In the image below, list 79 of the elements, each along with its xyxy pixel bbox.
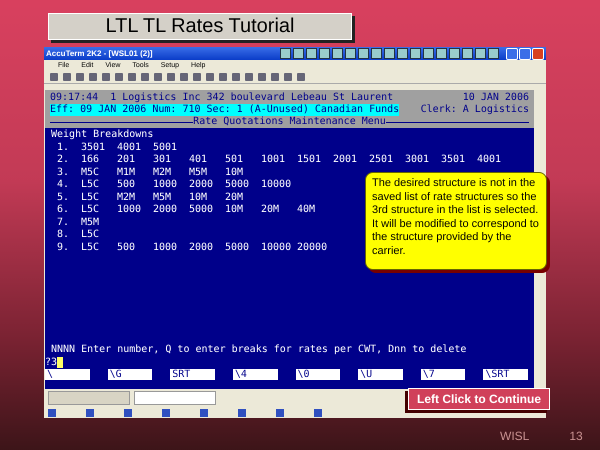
weight-break: 1501: [297, 154, 322, 166]
weight-break: M5M: [189, 166, 208, 179]
weight-break: 10M: [225, 204, 244, 216]
weight-break: 10M: [225, 166, 244, 179]
weight-break: L5C: [81, 204, 100, 216]
weight-break: 20000: [297, 242, 328, 254]
weight-break: 166: [81, 154, 100, 166]
window-title: AccuTerm 2K2 - [WSL01 (2)]: [46, 49, 154, 58]
text-cursor: [57, 357, 64, 368]
function-key[interactable]: \: [45, 369, 90, 380]
weight-break: 10000: [261, 242, 292, 254]
weight-break: L5C: [81, 179, 100, 192]
weight-break: 10000: [261, 179, 292, 192]
weight-break: 5001: [153, 142, 178, 154]
function-key[interactable]: SRT: [170, 369, 215, 380]
weight-break: 2000: [189, 179, 214, 192]
weight-break: M2M: [153, 166, 172, 179]
weight-break: M2M: [117, 192, 136, 204]
function-key[interactable]: \SRT: [483, 369, 528, 380]
weight-break: 1000: [153, 242, 178, 254]
weight-break: 1000: [117, 204, 142, 216]
weight-break: 501: [225, 154, 244, 166]
weight-break: 10M: [189, 192, 208, 204]
input-field[interactable]: ?3: [45, 356, 58, 369]
function-key[interactable]: \4: [232, 369, 278, 380]
weight-break: M5C: [81, 166, 100, 179]
weight-break: 2000: [189, 242, 214, 254]
weight-break: L5C: [81, 229, 100, 242]
weight-break: 4001: [117, 142, 142, 154]
section-heading: Weight Breakdowns: [51, 129, 154, 142]
weight-break: 2001: [333, 154, 358, 166]
weight-break: 1001: [261, 154, 286, 166]
row-number: 3.: [57, 166, 70, 179]
row-number: 8.: [57, 229, 70, 242]
footer-label: WISL: [500, 429, 530, 443]
slide-title: LTL TL Rates Tutorial: [48, 13, 352, 40]
header-line: 09:17:44 1 Logistics Inc 342 boulevard Lebeau St Laurent: [50, 92, 394, 104]
row-number: 4.: [57, 179, 70, 192]
weight-break: 2501: [369, 154, 394, 166]
row-number: 6.: [57, 204, 70, 216]
weight-break: 401: [189, 154, 208, 166]
row-number: 9.: [57, 242, 70, 254]
weight-break: 40M: [297, 204, 316, 216]
row-number: 7.: [57, 216, 70, 229]
weight-break: 5000: [189, 204, 214, 216]
header-date: 10 JAN 2006: [462, 92, 529, 104]
weight-break: 3501: [441, 154, 466, 166]
function-key[interactable]: \7: [420, 369, 466, 380]
weight-break: 4001: [477, 154, 502, 166]
prompt-text: NNNN Enter number, Q to enter breaks for rates per CWT, Dnn to delete: [51, 344, 468, 356]
weight-break: 201: [117, 154, 136, 166]
weight-break: 5000: [225, 179, 250, 192]
row-number: 2.: [57, 154, 70, 166]
continue-button[interactable]: Left Click to Continue: [408, 388, 550, 410]
weight-break: 5000: [225, 242, 250, 254]
weight-break: L5C: [81, 242, 100, 254]
function-key[interactable]: \U: [358, 369, 403, 380]
weight-break: M5M: [81, 216, 100, 229]
weight-break: 500: [117, 179, 136, 192]
weight-break: 2000: [153, 204, 178, 216]
weight-break: M5M: [153, 192, 172, 204]
function-key[interactable]: \0: [296, 369, 340, 380]
weight-break: 3501: [81, 142, 106, 154]
clerk-label: Clerk: A Logistics: [420, 104, 529, 116]
weight-break: 1000: [153, 179, 178, 192]
callout-note: The desired structure is not in the saved list of rate structures so the 3rd structure in the list is selected. It will be modified to correspond to the structure provided by the carrier.: [365, 172, 547, 270]
weight-break: L5C: [81, 192, 100, 204]
weight-break: 20M: [225, 192, 244, 204]
row-number: 1.: [57, 142, 70, 154]
menu-title: Rate Quotations Maintenance Menu: [193, 116, 386, 128]
page-number: 13: [569, 429, 583, 443]
weight-break: 301: [153, 154, 172, 166]
weight-break: M1M: [117, 166, 136, 179]
weight-break: 500: [117, 242, 136, 254]
row-number: 5.: [57, 192, 70, 204]
weight-break: 3001: [405, 154, 430, 166]
function-key[interactable]: \G: [108, 369, 152, 380]
close-button[interactable]: [532, 48, 544, 60]
weight-break: 20M: [261, 204, 280, 216]
